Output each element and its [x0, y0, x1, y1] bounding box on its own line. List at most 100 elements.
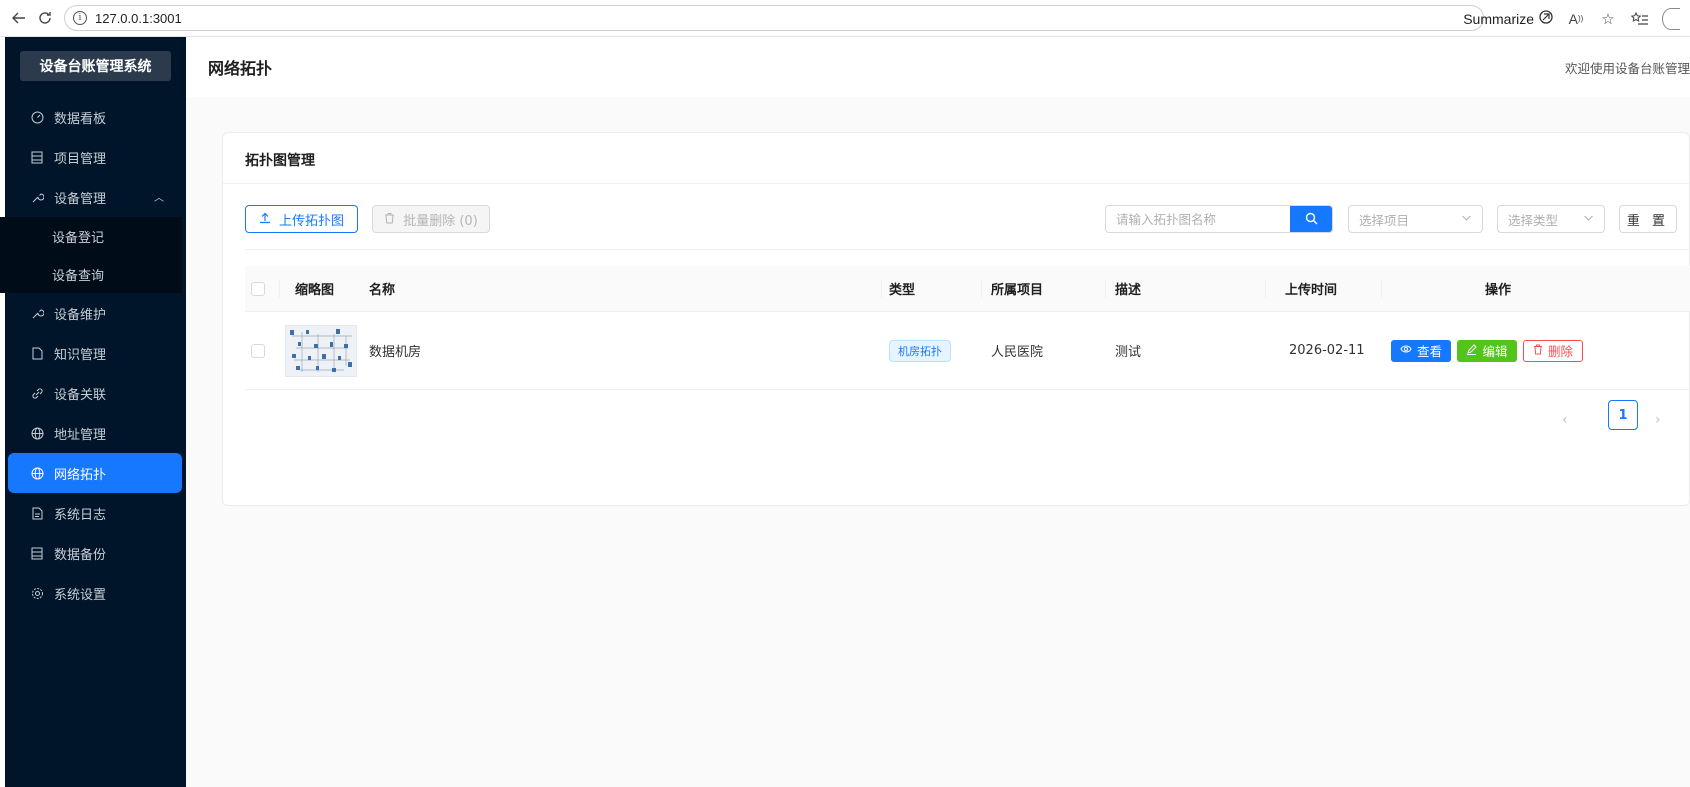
card-title: 拓扑图管理 — [245, 153, 315, 169]
pagination-next-icon[interactable]: › — [1655, 412, 1661, 428]
view-button[interactable]: 查看 — [1391, 339, 1451, 362]
link-icon — [30, 386, 44, 400]
sidebar-item-device-link[interactable]: 设备关联 — [8, 373, 182, 413]
column-separator — [981, 280, 982, 298]
app-brand: 设备台账管理系统 — [20, 51, 171, 81]
sidebar-item-label: 设备关联 — [54, 387, 107, 403]
table-row: 数据机房 机房拓扑 人民医院 测试 2026-02-11 查看 编辑 删除 — [245, 312, 1690, 390]
upload-time-cell: 2026-02-11 — [1289, 343, 1365, 358]
project-select[interactable]: 选择项目 — [1348, 205, 1483, 233]
divider — [245, 249, 1690, 250]
sidebar-subitem-device-register[interactable]: 设备登记 — [0, 217, 182, 255]
column-separator — [1381, 280, 1382, 298]
sidebar-item-dashboard[interactable]: 数据看板 — [8, 97, 182, 137]
description-cell: 测试 — [1115, 345, 1142, 360]
sidebar-item-label: 数据备份 — [54, 547, 107, 563]
thumbnail-cell — [285, 312, 357, 389]
list-icon — [30, 546, 44, 560]
search-input[interactable] — [1106, 206, 1290, 232]
view-label: 查看 — [1416, 344, 1442, 359]
header-project: 所属项目 — [991, 283, 1044, 298]
sidebar-item-backup[interactable]: 数据备份 — [8, 533, 182, 573]
upload-topology-button[interactable]: 上传拓扑图 — [245, 205, 358, 233]
sidebar-item-network-topology[interactable]: 网络拓扑 — [8, 453, 182, 493]
wrench-icon — [30, 190, 44, 204]
page-title: 网络拓扑 — [208, 59, 273, 78]
file-text-icon — [30, 506, 44, 520]
sidebar-subitem-label: 设备登记 — [52, 230, 105, 246]
summarize-button[interactable]: Summarize — [1463, 9, 1554, 28]
device-submenu: 设备登记 设备查询 — [0, 217, 182, 293]
sidebar-item-label: 网络拓扑 — [54, 467, 107, 483]
sidebar-subitem-device-query[interactable]: 设备查询 — [0, 255, 182, 293]
topology-table: 缩略图 名称 类型 所属项目 描述 上传时间 操作 数据机房 机房拓扑 人民医院… — [245, 266, 1690, 390]
eye-icon — [1400, 344, 1412, 357]
delete-button[interactable]: 删除 — [1523, 339, 1583, 362]
row-checkbox[interactable] — [251, 343, 265, 358]
header-description: 描述 — [1115, 283, 1142, 298]
search-button[interactable] — [1290, 206, 1332, 232]
header-name: 名称 — [369, 283, 396, 298]
browser-toolbar: i 127.0.0.1:3001 Summarize A)) ☆ — [0, 0, 1690, 37]
sidebar-item-address[interactable]: 地址管理 — [8, 413, 182, 453]
actions-cell: 查看 编辑 删除 — [1391, 312, 1583, 389]
header-thumbnail: 缩略图 — [295, 283, 335, 298]
gear-icon — [30, 586, 44, 600]
address-bar[interactable]: i 127.0.0.1:3001 — [64, 5, 1484, 31]
topology-thumbnail[interactable] — [285, 324, 357, 377]
type-tag: 机房拓扑 — [889, 339, 951, 362]
sidebar-item-system-log[interactable]: 系统日志 — [8, 493, 182, 533]
edit-button[interactable]: 编辑 — [1457, 339, 1517, 362]
type-select[interactable]: 选择类型 — [1497, 205, 1605, 233]
sidebar-item-label: 地址管理 — [54, 427, 107, 443]
batch-delete-button[interactable]: 批量删除 (0) — [372, 205, 490, 233]
sidebar-item-label: 系统设置 — [54, 587, 107, 603]
upload-icon — [259, 212, 271, 227]
sidebar-item-label: 设备维护 — [54, 307, 107, 323]
divider — [223, 183, 1690, 184]
trash-icon — [384, 212, 395, 227]
edit-label: 编辑 — [1482, 344, 1508, 359]
favorites-list-icon[interactable] — [1630, 9, 1650, 29]
sidebar-item-device-management[interactable]: 设备管理 ︿ — [8, 177, 182, 217]
sidebar-item-label: 设备管理 — [54, 191, 107, 207]
sidebar-item-projects[interactable]: 项目管理 — [8, 137, 182, 177]
chevron-up-icon: ︿ — [154, 193, 164, 204]
project-cell: 人民医院 — [991, 345, 1044, 360]
type-cell: 机房拓扑 — [889, 312, 951, 389]
reset-button[interactable]: 重 置 — [1619, 205, 1677, 233]
project-select-placeholder: 选择项目 — [1359, 212, 1410, 228]
read-aloud-icon[interactable]: A)) — [1566, 9, 1586, 29]
back-icon[interactable] — [6, 5, 32, 31]
dashboard-icon — [30, 110, 44, 124]
select-all-cell — [251, 266, 265, 311]
column-separator — [1265, 280, 1266, 298]
url-text: 127.0.0.1:3001 — [95, 10, 182, 26]
sidebar-item-label: 系统日志 — [54, 507, 107, 523]
sidebar-item-device-maintenance[interactable]: 设备维护 — [8, 293, 182, 333]
edit-icon — [1466, 343, 1478, 358]
welcome-text: 欢迎使用设备台账管理 — [1564, 60, 1690, 76]
pagination-prev-icon[interactable]: ‹ — [1562, 412, 1568, 428]
reload-icon[interactable] — [32, 5, 58, 31]
summarize-label: Summarize — [1463, 10, 1534, 27]
file-icon — [30, 346, 44, 360]
upload-label: 上传拓扑图 — [278, 213, 344, 229]
header-upload-time: 上传时间 — [1285, 283, 1338, 298]
summarize-icon — [1538, 9, 1554, 28]
row-select-cell — [251, 312, 265, 389]
favorite-star-icon[interactable]: ☆ — [1598, 9, 1618, 29]
list-icon — [30, 150, 44, 164]
chevron-down-icon — [1461, 212, 1472, 226]
sidebar-item-label: 数据看板 — [54, 111, 107, 127]
sidebar-item-knowledge[interactable]: 知识管理 — [8, 333, 182, 373]
globe-icon — [30, 466, 44, 480]
site-info-icon[interactable]: i — [73, 11, 87, 25]
page-header: 网络拓扑 欢迎使用设备台账管理 — [186, 37, 1690, 97]
pagination-page-1[interactable]: 1 — [1608, 400, 1638, 430]
sidebar-item-settings[interactable]: 系统设置 — [8, 573, 182, 613]
trash-icon — [1533, 344, 1543, 358]
profile-avatar[interactable] — [1662, 7, 1680, 30]
search-icon — [1305, 212, 1318, 229]
select-all-checkbox[interactable] — [251, 281, 265, 296]
